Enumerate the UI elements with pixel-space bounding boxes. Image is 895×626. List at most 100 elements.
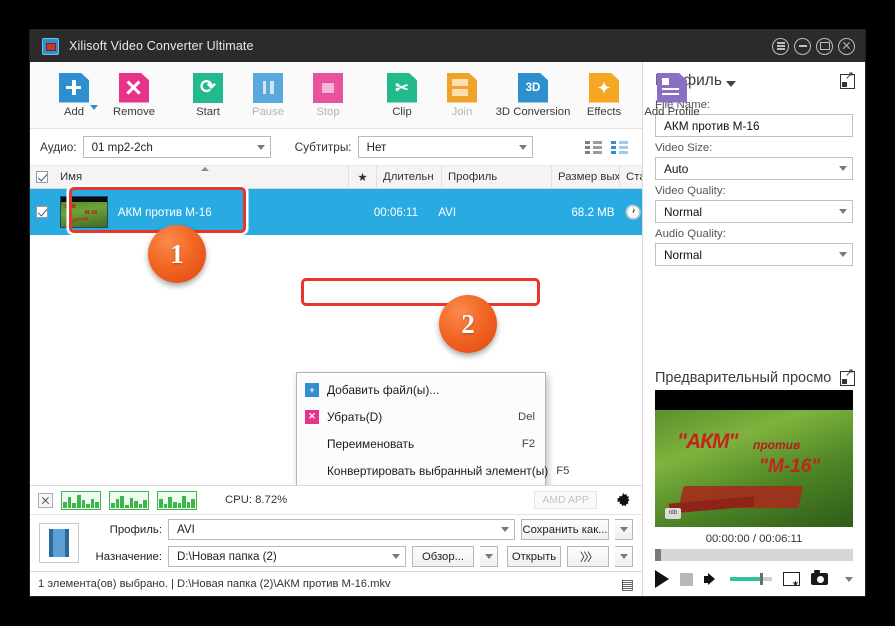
- preview-text-line1: "АКМ": [677, 430, 738, 453]
- expand-panel-icon[interactable]: [840, 71, 855, 89]
- row-name-cell: АКМ M-16 против АКМ против М-16: [54, 196, 346, 228]
- select-all-checkbox-cell: [30, 166, 54, 188]
- close-icon[interactable]: [838, 37, 855, 55]
- preview-text-line3: "М-16": [759, 456, 821, 477]
- track-filter-bar: Аудио: 01 mp2-2ch Субтитры: Нет: [30, 129, 642, 166]
- audio-quality-label: Audio Quality:: [655, 228, 726, 240]
- table-row[interactable]: АКМ M-16 против АКМ против М-16 00:06:11 A…: [30, 189, 642, 235]
- select-all-checkbox[interactable]: [36, 171, 48, 183]
- column-header-star[interactable]: ★: [349, 166, 377, 188]
- audio-quality-select[interactable]: Normal: [655, 243, 853, 266]
- profile-select-value: AVI: [177, 523, 195, 536]
- context-menu-item-convert-selected[interactable]: Конвертировать выбранный элемент(ы) F5: [297, 457, 569, 484]
- profile-fields: Профиль: AVI Сохранить как... Назначение…: [88, 519, 633, 567]
- toolbar-join-button[interactable]: Join: [432, 72, 492, 118]
- destination-select[interactable]: D:\Новая папка (2): [168, 546, 406, 567]
- preview-header: Предварительный просмо: [643, 364, 865, 390]
- scissors-icon: ✂: [387, 72, 417, 103]
- open-button[interactable]: Открыть: [507, 546, 561, 567]
- toolbar-start-label: Start: [196, 105, 220, 118]
- main-area: Add Remove ⟳ Start Pause Stop ✂ Clip Joi…: [30, 62, 700, 596]
- audio-select[interactable]: 01 mp2-2ch: [82, 136, 271, 158]
- stop-icon[interactable]: [680, 572, 693, 586]
- file-name-value: АКМ против М-16: [664, 118, 760, 133]
- no-icon: [305, 464, 319, 478]
- toolbar-group-file: Add Remove: [44, 67, 164, 123]
- toolbar-add-profile-button[interactable]: Add Profile: [634, 72, 710, 118]
- column-header-status[interactable]: Статус: [620, 166, 642, 188]
- chevron-down-icon: [839, 252, 847, 257]
- chevron-down-icon[interactable]: [845, 576, 853, 582]
- burn-button[interactable]: 〉〉〉: [567, 546, 609, 567]
- minimize-icon[interactable]: [794, 37, 811, 55]
- toolbar-stop-button[interactable]: Stop: [298, 72, 358, 118]
- volume-icon[interactable]: [704, 572, 719, 586]
- detail-view-icon[interactable]: [611, 140, 628, 154]
- pause-icon: [253, 72, 283, 103]
- app-logo-icon: [42, 37, 59, 55]
- sort-ascending-icon: [201, 167, 209, 171]
- context-menu-item-label: Добавить файл(ы)...: [327, 382, 440, 397]
- close-cpu-panel-icon[interactable]: [38, 492, 53, 508]
- browse-caret-icon[interactable]: [480, 546, 498, 567]
- context-menu-item-rename[interactable]: Переименовать F2: [297, 430, 545, 457]
- toolbar-pause-button[interactable]: Pause: [238, 72, 298, 118]
- playback-time: 00:00:00 / 00:06:11: [705, 533, 803, 545]
- toolbar-effects-button[interactable]: ✦ Effects: [574, 72, 634, 118]
- context-menu[interactable]: + Добавить файл(ы)... ✕ Убрать(D) Del Пе…: [296, 372, 569, 485]
- row-checkbox-cell: [30, 206, 54, 218]
- context-menu-item-add-files[interactable]: + Добавить файл(ы)...: [297, 376, 545, 403]
- annotation-badge-1: 1: [148, 225, 206, 283]
- toolbar-effects-label: Effects: [586, 105, 622, 118]
- video-size-select[interactable]: Auto: [655, 157, 853, 180]
- chevron-down-icon: [839, 166, 847, 171]
- save-as-button[interactable]: Сохранить как...: [521, 519, 609, 540]
- browse-button[interactable]: Обзор...: [412, 546, 474, 567]
- menu-icon[interactable]: [772, 37, 789, 55]
- chevron-down-icon[interactable]: [90, 104, 98, 110]
- maximize-icon[interactable]: [816, 37, 833, 55]
- destination-label: Назначение:: [95, 550, 162, 563]
- save-as-caret-icon[interactable]: [615, 519, 633, 540]
- amd-app-badge: AMD APP: [534, 491, 597, 509]
- shortcut-label: F5: [556, 464, 570, 477]
- subtitle-label: Субтитры:: [294, 140, 352, 154]
- stop-icon: [313, 72, 343, 103]
- list-view-icon[interactable]: [585, 140, 602, 154]
- preview-video: "АКМ" против "М-16" ntb: [655, 390, 853, 527]
- context-menu-item-remove[interactable]: ✕ Убрать(D) Del: [297, 403, 545, 430]
- gear-icon[interactable]: [615, 492, 632, 509]
- bookmark-icon[interactable]: [783, 572, 800, 588]
- volume-slider[interactable]: [730, 573, 772, 585]
- preview-title-label: Предварительный просмо: [655, 370, 832, 386]
- seek-slider[interactable]: [655, 549, 853, 561]
- toolbar-3d-button[interactable]: 3D 3D Conversion: [492, 72, 574, 118]
- expand-preview-icon[interactable]: [840, 368, 855, 386]
- column-header-duration[interactable]: Длительн: [377, 166, 442, 188]
- burn-caret-icon[interactable]: [615, 546, 633, 567]
- file-list: АКМ M-16 против АКМ против М-16 00:06:11 A…: [30, 189, 642, 485]
- column-header-name[interactable]: Имя: [54, 166, 349, 188]
- start-icon: ⟳: [193, 72, 223, 103]
- video-quality-select[interactable]: Normal: [655, 200, 853, 223]
- preview-text-line2: против: [753, 438, 801, 452]
- row-checkbox[interactable]: [35, 206, 48, 218]
- play-icon[interactable]: [655, 570, 669, 588]
- column-header-profile-label: Профиль: [448, 171, 498, 183]
- add-icon: +: [305, 382, 319, 397]
- window-title: Xilisoft Video Converter Ultimate: [69, 39, 254, 53]
- toolbar-remove-button[interactable]: Remove: [104, 72, 164, 118]
- subtitle-select[interactable]: Нет: [357, 136, 533, 158]
- star-icon: ★: [357, 172, 368, 184]
- preview-player[interactable]: "АКМ" против "М-16" ntb: [655, 390, 853, 527]
- column-header-profile[interactable]: Профиль: [442, 166, 552, 188]
- toolbar-start-button[interactable]: ⟳ Start: [178, 72, 238, 118]
- log-icon[interactable]: ▤: [621, 576, 634, 593]
- chevron-down-icon[interactable]: [725, 81, 736, 87]
- toolbar-clip-button[interactable]: ✂ Clip: [372, 72, 432, 118]
- toolbar-add-button[interactable]: Add: [44, 72, 104, 118]
- snapshot-camera-icon[interactable]: [811, 570, 828, 585]
- profile-select[interactable]: AVI: [168, 519, 515, 540]
- column-header-size[interactable]: Размер вых: [552, 166, 620, 188]
- row-duration: 00:06:11: [373, 205, 419, 219]
